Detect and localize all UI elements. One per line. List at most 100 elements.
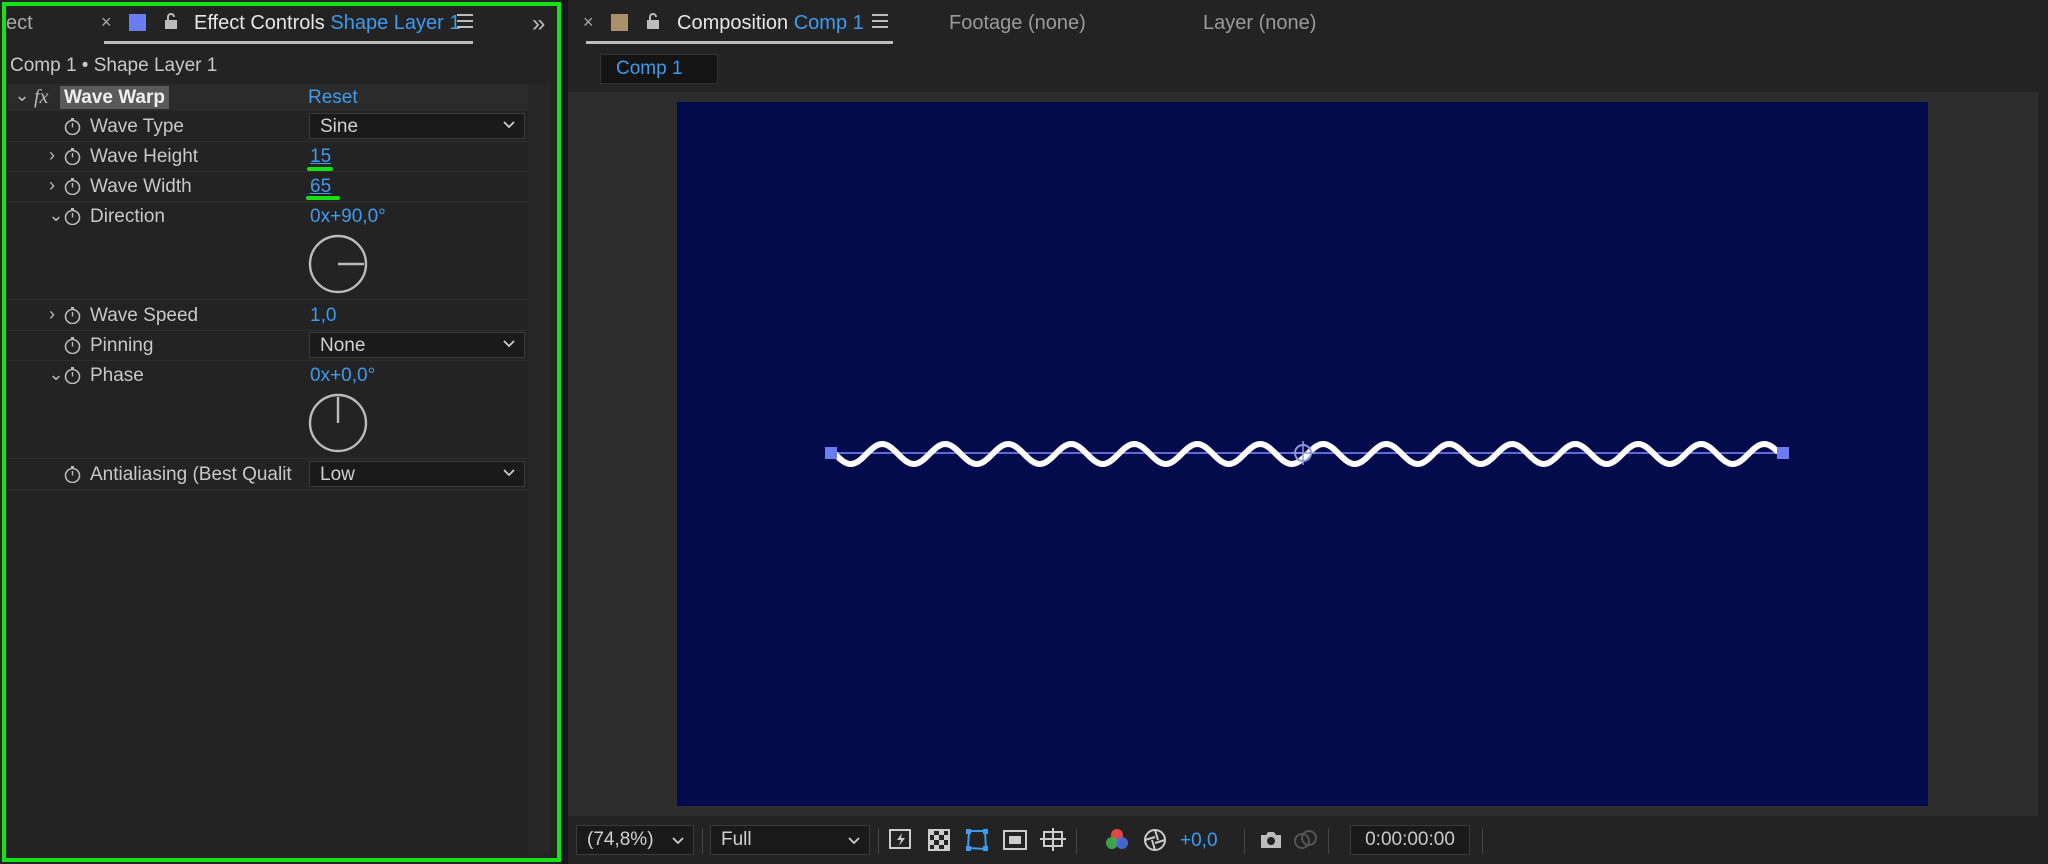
left-panel-tabbar: ect × Effect Controls Shape Layer 1 » — [0, 0, 561, 48]
stopwatch-icon[interactable] — [64, 118, 81, 135]
chevron-down-icon[interactable]: ⌄ — [48, 364, 64, 385]
effect-controls-tab[interactable]: Effect Controls Shape Layer 1 — [194, 12, 460, 35]
chevron-right-icon[interactable]: › — [44, 175, 60, 196]
wave-speed-value[interactable]: 1,0 — [310, 305, 336, 327]
chevron-down-icon — [503, 340, 515, 348]
show-snapshot-icon[interactable] — [1292, 827, 1318, 853]
direction-angle[interactable]: +90,0° — [330, 206, 386, 227]
panel-overflow-chevron-icon[interactable]: » — [532, 10, 545, 38]
chevron-right-icon[interactable]: › — [44, 145, 60, 166]
toolbar-separator — [1076, 828, 1077, 854]
effect-controls-panel: ect × Effect Controls Shape Layer 1 » Co… — [0, 0, 561, 864]
chevron-down-icon — [503, 469, 515, 477]
breadcrumb: Comp 1 • Shape Layer 1 — [10, 55, 218, 76]
property-row-direction: ⌄ Direction 0x+90,0° — [8, 202, 528, 300]
panel-menu-icon[interactable] — [872, 14, 888, 28]
active-tab-underline — [586, 41, 893, 44]
stopwatch-icon[interactable] — [64, 307, 81, 324]
property-label: Direction — [90, 206, 165, 227]
property-label: Wave Height — [90, 146, 199, 167]
footage-tab[interactable]: Footage (none) — [949, 12, 1086, 35]
magnification-dropdown[interactable]: (74,8%) — [576, 825, 694, 855]
property-label: Wave Speed — [90, 305, 199, 326]
viewer-bottom-toolbar: (74,8%) Full +0,0 0:00:00:00 — [568, 818, 2048, 864]
dropdown-value: None — [320, 335, 366, 356]
direction-revolutions[interactable]: 0x — [310, 206, 330, 227]
close-tab-icon[interactable]: × — [101, 12, 112, 33]
mask-path-visibility-icon[interactable] — [964, 827, 990, 853]
panel-divider[interactable] — [561, 0, 568, 864]
direction-angle-dial[interactable] — [308, 234, 368, 294]
chevron-down-icon — [503, 121, 515, 129]
snapshot-camera-icon[interactable] — [1258, 827, 1284, 853]
phase-value[interactable]: 0x+0,0° — [310, 365, 375, 387]
wave-width-value[interactable]: 65 — [310, 176, 331, 198]
stopwatch-icon[interactable] — [64, 367, 81, 384]
property-row-wave-height: › Wave Height 15 — [8, 142, 528, 172]
property-row-wave-speed: › Wave Speed 1,0 — [8, 301, 528, 331]
chevron-down-icon[interactable]: ⌄ — [14, 85, 30, 106]
property-row-wave-type: Wave Type Sine — [8, 112, 528, 142]
wave-height-value[interactable]: 15 — [310, 146, 331, 168]
effect-header-row[interactable]: ⌄ fx Wave Warp Reset — [8, 84, 528, 111]
fast-previews-icon[interactable] — [888, 827, 914, 853]
close-tab-icon[interactable]: × — [583, 12, 594, 33]
shape-layer-wave[interactable] — [677, 102, 1928, 806]
chevron-right-icon[interactable]: › — [44, 304, 60, 325]
lock-icon[interactable] — [163, 12, 179, 30]
layer-color-swatch — [129, 14, 146, 31]
property-label: Wave Type — [90, 116, 184, 137]
property-label: Phase — [90, 365, 144, 386]
stopwatch-icon[interactable] — [64, 466, 81, 483]
region-of-interest-icon[interactable] — [1002, 827, 1028, 853]
stopwatch-icon[interactable] — [64, 178, 81, 195]
current-time-display[interactable]: 0:00:00:00 — [1350, 825, 1470, 855]
grid-guides-icon[interactable] — [1040, 827, 1066, 853]
channel-rgb-icon[interactable] — [1104, 827, 1130, 853]
lock-icon[interactable] — [645, 12, 661, 30]
property-row-antialiasing: Antialiasing (Best Qualit Low — [8, 460, 528, 490]
composition-tab[interactable]: Composition Comp 1 — [677, 12, 864, 35]
composition-tabbar: × Composition Comp 1 Footage (none) Laye… — [568, 0, 2048, 48]
property-label: Pinning — [90, 335, 154, 356]
previous-tab-label[interactable]: ect — [6, 12, 33, 35]
highlight-underline — [307, 167, 333, 171]
effect-controls-tab-prefix: Effect Controls — [194, 12, 325, 34]
antialiasing-dropdown[interactable]: Low — [309, 461, 525, 487]
fx-toggle-icon[interactable]: fx — [34, 86, 48, 109]
panel-menu-icon[interactable] — [457, 14, 473, 28]
toolbar-separator — [878, 828, 879, 854]
reset-button[interactable]: Reset — [308, 87, 358, 109]
phase-angle[interactable]: +0,0° — [330, 365, 375, 386]
exposure-value[interactable]: +0,0 — [1180, 830, 1218, 852]
property-row-phase: ⌄ Phase 0x+0,0° — [8, 361, 528, 459]
composition-viewer[interactable] — [568, 92, 2038, 816]
effect-name[interactable]: Wave Warp — [60, 86, 170, 109]
transparency-grid-icon[interactable] — [926, 827, 952, 853]
stopwatch-icon[interactable] — [64, 337, 81, 354]
stopwatch-icon[interactable] — [64, 208, 81, 225]
layer-tab[interactable]: Layer (none) — [1203, 12, 1316, 35]
stopwatch-icon[interactable] — [64, 148, 81, 165]
phase-revolutions[interactable]: 0x — [310, 365, 330, 386]
toolbar-separator — [1244, 828, 1245, 854]
vertical-scrollbar[interactable] — [528, 84, 550, 854]
composition-navigator: Comp 1 — [568, 50, 2048, 90]
composition-canvas[interactable] — [677, 102, 1928, 806]
wave-type-dropdown[interactable]: Sine — [309, 113, 525, 139]
chevron-down-icon — [848, 837, 860, 845]
direction-value[interactable]: 0x+90,0° — [310, 206, 386, 228]
composition-tab-prefix: Composition — [677, 12, 789, 34]
resolution-dropdown[interactable]: Full — [710, 825, 870, 855]
active-tab-underline — [104, 41, 473, 44]
pinning-dropdown[interactable]: None — [309, 332, 525, 358]
phase-angle-dial[interactable] — [308, 393, 368, 453]
comp-subtab[interactable]: Comp 1 — [600, 54, 718, 84]
exposure-reset-icon[interactable] — [1142, 827, 1168, 853]
resolution-value: Full — [721, 829, 752, 850]
toolbar-separator — [1328, 828, 1329, 854]
chevron-down-icon[interactable]: ⌄ — [48, 205, 64, 226]
effect-controls-tab-layer: Shape Layer 1 — [330, 12, 461, 34]
composition-tab-name: Comp 1 — [793, 12, 864, 34]
composition-panel: × Composition Comp 1 Footage (none) Laye… — [568, 0, 2048, 864]
